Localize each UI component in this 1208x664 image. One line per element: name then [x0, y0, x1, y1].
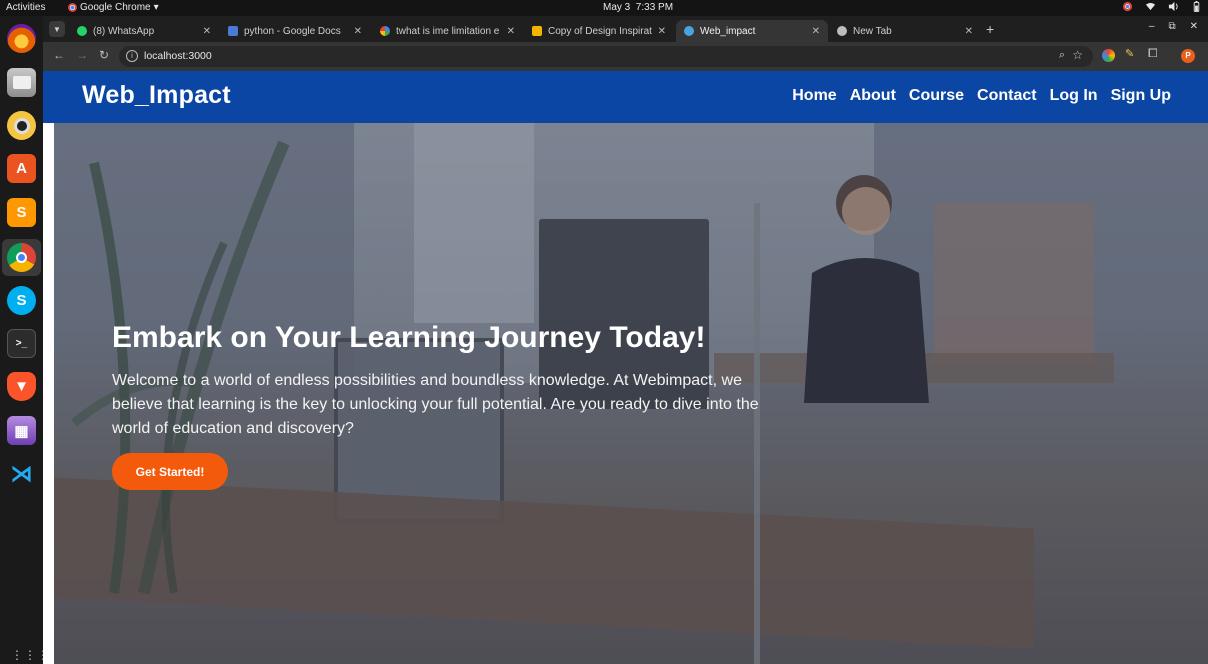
time-label: 7:33 PM	[635, 2, 674, 13]
get-started-button[interactable]: Get Started!	[112, 453, 228, 490]
close-icon[interactable]: ✕	[507, 26, 515, 37]
pen-extension-icon[interactable]: ✎	[1125, 47, 1138, 60]
skype-icon[interactable]: S	[7, 286, 36, 315]
hero-title: Embark on Your Learning Journey Today!	[112, 321, 706, 354]
terminal-icon[interactable]: >_	[7, 329, 36, 358]
bookmark-star-icon[interactable]: ☆	[1072, 48, 1083, 62]
firefox-icon[interactable]	[7, 24, 36, 53]
date-label: May 3	[603, 2, 631, 13]
close-icon[interactable]: ✕	[354, 26, 362, 37]
tab-web-impact[interactable]: Web_impact ✕	[676, 20, 828, 42]
chrome-icon	[837, 26, 847, 36]
tab-title: (8) WhatsApp	[93, 25, 155, 37]
nav-home-link[interactable]: Home	[792, 87, 836, 105]
sublime-text-icon[interactable]: S	[7, 198, 36, 227]
nav-about-link[interactable]: About	[850, 87, 896, 105]
globe-icon	[684, 26, 694, 36]
docs-icon	[228, 26, 238, 36]
chrome-tray-icon	[1122, 1, 1133, 12]
site-navbar: Web_Impact Home About Course Contact Log…	[43, 71, 1208, 123]
system-top-bar: Activities Google Chrome ▾ May 3 7:33 PM	[0, 0, 1208, 16]
close-icon[interactable]: ✕	[812, 26, 820, 37]
nav-login-link[interactable]: Log In	[1050, 87, 1098, 105]
tab-title: twhat is ime limitation e	[396, 25, 500, 37]
zoom-icon[interactable]: ⌕	[1059, 49, 1065, 62]
chrome-icon[interactable]	[7, 243, 36, 272]
chrome-icon	[68, 3, 77, 12]
tab-new-tab[interactable]: New Tab ✕	[829, 20, 981, 42]
reload-icon[interactable]: ↻	[99, 48, 109, 62]
google-icon	[380, 26, 390, 36]
app-center-icon[interactable]: A	[7, 154, 36, 183]
tab-search-button[interactable]: ▼	[49, 21, 65, 37]
close-icon[interactable]: ✕	[203, 26, 211, 37]
system-tray[interactable]	[1122, 1, 1202, 12]
address-bar[interactable]: i localhost:3000 ⌕ ☆	[119, 46, 1093, 67]
restore-icon[interactable]: ⧉	[1168, 21, 1175, 32]
minimize-icon[interactable]: –	[1149, 21, 1155, 32]
site-menu: Home About Course Contact Log In Sign Up	[792, 87, 1171, 105]
chevron-down-icon: ▼	[53, 24, 61, 34]
app-menu[interactable]: Google Chrome ▾	[68, 2, 159, 13]
nav-signup-link[interactable]: Sign Up	[1111, 87, 1171, 105]
tab-google-docs[interactable]: python - Google Docs ✕	[220, 20, 370, 42]
nav-contact-link[interactable]: Contact	[977, 87, 1037, 105]
whatsapp-icon	[77, 26, 87, 36]
hero-description: Welcome to a world of endless possibilit…	[112, 372, 759, 437]
site-logo[interactable]: Web_Impact	[82, 81, 231, 110]
chevron-down-icon: ▾	[153, 2, 159, 13]
browser-tab-strip: ▼ (8) WhatsApp ✕ python - Google Docs ✕ …	[43, 16, 1208, 42]
rhythmbox-icon[interactable]	[7, 111, 36, 140]
wifi-icon	[1145, 2, 1156, 11]
forward-icon[interactable]: →	[76, 48, 88, 62]
vscode-icon[interactable]: ⋊	[7, 459, 36, 488]
brave-icon[interactable]: ▼	[7, 372, 36, 401]
back-icon[interactable]: ←	[53, 48, 65, 62]
close-window-icon[interactable]: ✕	[1190, 21, 1198, 32]
dock: A S S >_ ▼ ▦ ⋊ ⋮⋮⋮	[0, 16, 49, 664]
tab-title: New Tab	[853, 25, 892, 37]
window-controls: – ⧉ ✕	[1149, 21, 1198, 32]
tab-design-inspiration[interactable]: Copy of Design Inspiratio ✕	[524, 20, 674, 42]
hero-section: Embark on Your Learning Journey Today! W…	[54, 123, 1208, 664]
battery-icon	[1193, 1, 1200, 12]
app-menu-label: Google Chrome	[80, 2, 151, 13]
activities-button[interactable]: Activities	[6, 2, 45, 13]
color-picker-extension-icon[interactable]	[1102, 49, 1115, 62]
new-tab-button[interactable]: +	[986, 21, 994, 37]
profile-avatar[interactable]: P	[1181, 49, 1195, 63]
tab-whatsapp[interactable]: (8) WhatsApp ✕	[69, 20, 219, 42]
nav-course-link[interactable]: Course	[909, 87, 964, 105]
volume-icon	[1168, 1, 1178, 12]
web-page: Web_Impact Home About Course Contact Log…	[43, 71, 1208, 664]
close-icon[interactable]: ✕	[965, 26, 973, 37]
tab-title: Web_impact	[700, 25, 756, 37]
slides-icon	[532, 26, 542, 36]
extensions-puzzle-icon[interactable]: ⧠	[1148, 46, 1161, 60]
video-editor-icon[interactable]: ▦	[7, 416, 36, 445]
close-icon[interactable]: ✕	[658, 26, 666, 37]
browser-toolbar: ← → ↻ i localhost:3000 ⌕ ☆ ✎ ⧠ P	[43, 42, 1208, 71]
url-text[interactable]: localhost:3000	[144, 50, 212, 62]
site-info-icon[interactable]: i	[126, 50, 138, 62]
files-icon[interactable]	[7, 68, 36, 97]
clock[interactable]: May 3 7:33 PM	[603, 2, 673, 13]
tab-google-search[interactable]: twhat is ime limitation e ✕	[372, 20, 523, 42]
tab-title: python - Google Docs	[244, 25, 341, 37]
tab-title: Copy of Design Inspiratio	[548, 25, 652, 37]
